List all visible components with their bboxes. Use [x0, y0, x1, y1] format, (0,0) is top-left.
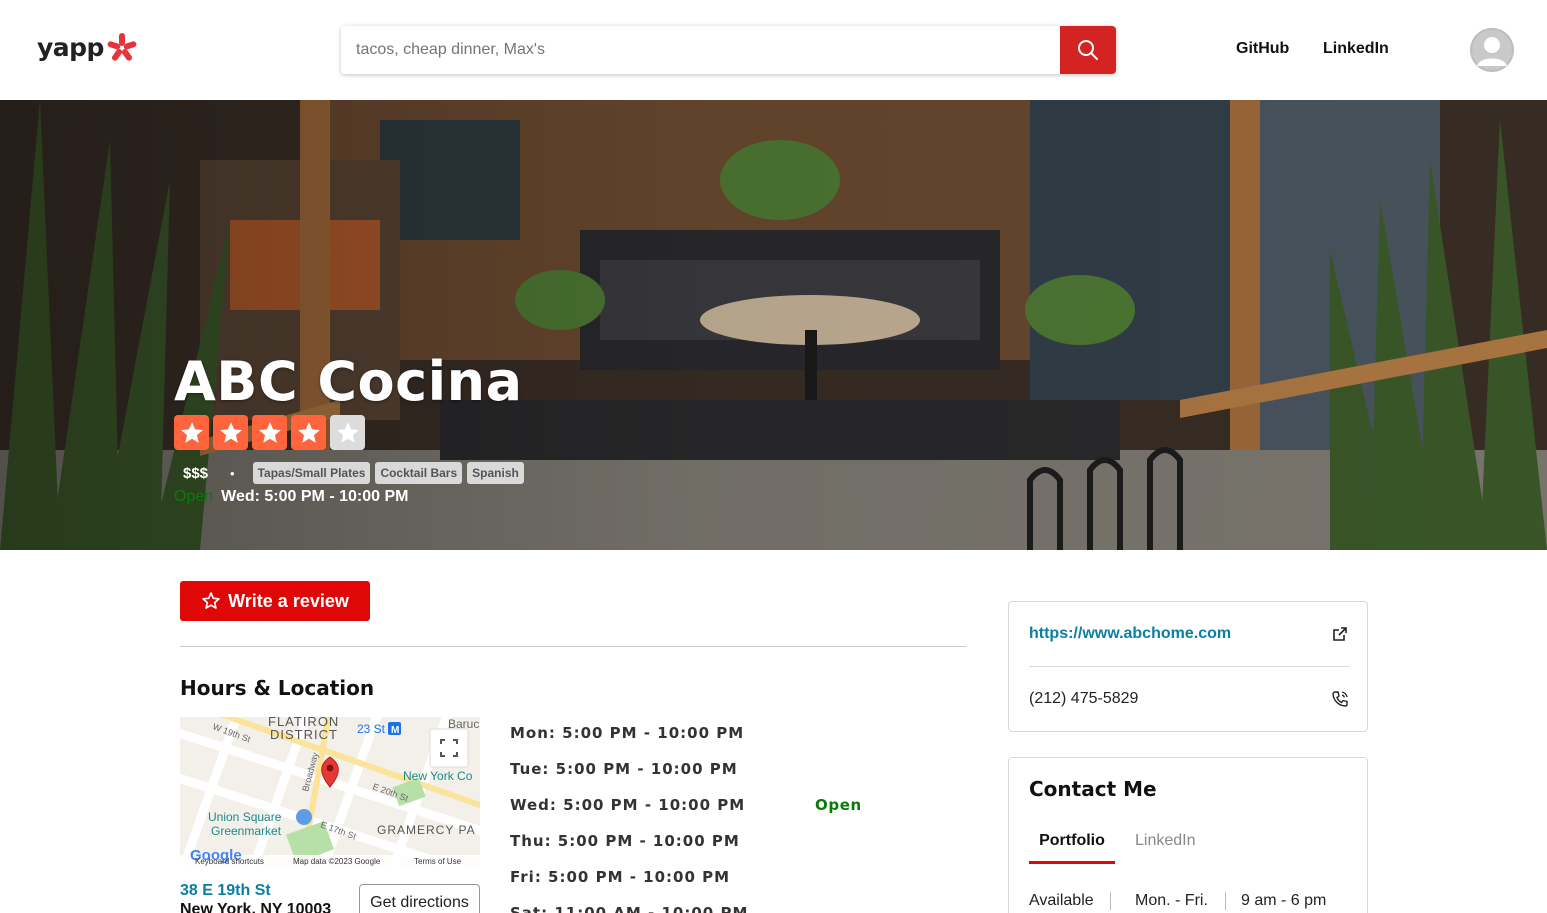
price-level: $$$ [183, 464, 209, 482]
map-label-district2: DISTRICT [270, 727, 338, 742]
map-label-union1: Union Square [208, 810, 282, 824]
write-review-button[interactable]: Write a review [180, 581, 370, 621]
map-label-subway-line: M [391, 725, 399, 736]
star-icon [252, 415, 287, 450]
user-avatar[interactable] [1470, 28, 1514, 72]
search-bar [341, 26, 1116, 74]
business-meta: $$$ • Tapas/Small Plates Cocktail Bars S… [183, 462, 529, 484]
user-icon [1470, 28, 1514, 72]
map-label-union2: Greenmarket [211, 824, 282, 838]
open-status: Open Wed: 5:00 PM - 10:00 PM [174, 488, 408, 506]
hours-row-wed: Wed: 5:00 PM - 10:00 PM [510, 796, 746, 814]
phone-number[interactable]: (212) 475-5829 [1029, 690, 1138, 708]
star-icon [213, 415, 248, 450]
map-graphic: FLATIRON DISTRICT 23 St M Baruc New York… [180, 717, 480, 867]
map-terms: Terms of Use [414, 857, 462, 866]
section-divider [180, 646, 966, 647]
availability-separator [1225, 892, 1226, 910]
availability-label: Available [1029, 892, 1094, 909]
category-tag[interactable]: Spanish [467, 462, 524, 484]
meta-separator: • [230, 465, 235, 481]
availability-hours: 9 am - 6 pm [1241, 892, 1327, 909]
write-review-label: Write a review [228, 590, 349, 611]
hours-row-mon: Mon: 5:00 PM - 10:00 PM [510, 724, 745, 742]
nav-github-link[interactable]: GitHub [1236, 40, 1289, 58]
logo[interactable]: yapp [37, 30, 137, 64]
tab-portfolio[interactable]: Portfolio [1029, 832, 1115, 864]
top-header: yapp GitHub LinkedIn [0, 0, 1547, 100]
map-data-credit: Map data ©2023 Google [293, 857, 381, 866]
map-label-gramercy: GRAMERCY PA [377, 823, 476, 837]
logo-text: yapp [37, 32, 104, 62]
phone-icon[interactable] [1331, 690, 1349, 708]
card-divider [1029, 666, 1349, 667]
nav-linkedin-link[interactable]: LinkedIn [1323, 40, 1389, 58]
availability-days: Mon. - Fri. [1135, 892, 1208, 909]
star-outline-icon [202, 592, 220, 609]
location-map[interactable]: FLATIRON DISTRICT 23 St M Baruc New York… [180, 717, 480, 867]
map-shortcuts: Keyboard shortcuts [195, 857, 264, 866]
get-directions-button[interactable]: Get directions [359, 884, 480, 913]
hours-location-title: Hours & Location [180, 676, 375, 700]
category-tag[interactable]: Cocktail Bars [375, 462, 463, 484]
today-open-badge: Open [815, 796, 862, 814]
hours-row-sat: Sat: 11:00 AM - 10:00 PM [510, 904, 749, 913]
address-line1[interactable]: 38 E 19th St [180, 882, 271, 900]
category-tag[interactable]: Tapas/Small Plates [252, 462, 371, 484]
star-rating [174, 415, 365, 450]
website-link[interactable]: https://www.abchome.com [1029, 625, 1231, 643]
hours-row-tue: Tue: 5:00 PM - 10:00 PM [510, 760, 738, 778]
business-name: ABC Cocina [174, 350, 523, 413]
today-hours: Wed: 5:00 PM - 10:00 PM [221, 488, 409, 505]
star-empty-icon [330, 415, 365, 450]
open-badge: Open [174, 488, 214, 505]
hours-row-fri: Fri: 5:00 PM - 10:00 PM [510, 868, 731, 886]
map-label-subway: 23 St [357, 722, 386, 736]
hours-row-thu: Thu: 5:00 PM - 10:00 PM [510, 832, 740, 850]
contact-title: Contact Me [1029, 777, 1157, 801]
external-link-icon[interactable] [1332, 626, 1348, 642]
hero-banner: ABC Cocina $$$ • Tapas/Small Plates Cock… [0, 100, 1547, 550]
address-line2: New York, NY 10003 [180, 901, 332, 913]
logo-asterisk-icon [107, 33, 137, 61]
star-icon [291, 415, 326, 450]
search-icon [1078, 40, 1098, 60]
tab-linkedin[interactable]: LinkedIn [1135, 832, 1196, 850]
search-button[interactable] [1060, 26, 1116, 74]
map-label-nyc: New York Co [403, 769, 473, 783]
contact-card: Contact Me Portfolio LinkedIn Available … [1008, 757, 1368, 913]
availability-separator [1110, 892, 1111, 910]
star-icon [174, 415, 209, 450]
business-info-card: https://www.abchome.com (212) 475-5829 [1008, 601, 1368, 732]
search-input[interactable] [341, 26, 1060, 74]
